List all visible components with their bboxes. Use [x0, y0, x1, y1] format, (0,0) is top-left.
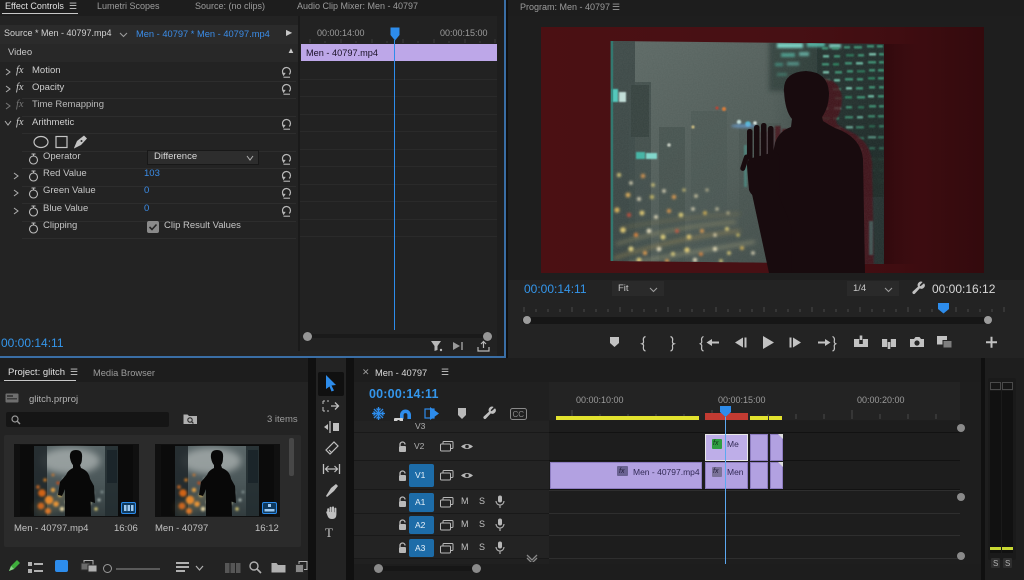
svg-text:CC: CC — [513, 410, 525, 419]
